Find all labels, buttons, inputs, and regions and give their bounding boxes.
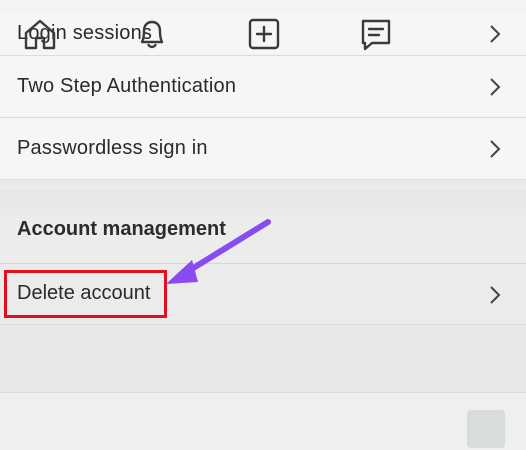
chevron-right-icon (490, 77, 501, 96)
annotation-arrow (166, 219, 271, 284)
chat-icon[interactable] (358, 16, 394, 52)
top-strip (0, 0, 526, 12)
bottom-nav (0, 392, 526, 450)
settings-item-label: Two Step Authentication (17, 75, 237, 97)
settings-item-two-step-authentication[interactable]: Two Step Authentication (0, 56, 526, 118)
bell-icon[interactable] (134, 16, 170, 52)
chevron-right-icon (490, 286, 501, 304)
chevron-right-icon (490, 139, 501, 158)
avatar[interactable] (467, 410, 505, 448)
chevron-right-icon (490, 24, 501, 43)
settings-item-passwordless-sign-in[interactable]: Passwordless sign in (0, 118, 526, 180)
highlight-box (4, 270, 167, 318)
plus-square-icon[interactable] (246, 16, 282, 52)
home-icon[interactable] (22, 16, 58, 52)
settings-item-label: Passwordless sign in (17, 137, 208, 159)
empty-area (0, 325, 526, 392)
